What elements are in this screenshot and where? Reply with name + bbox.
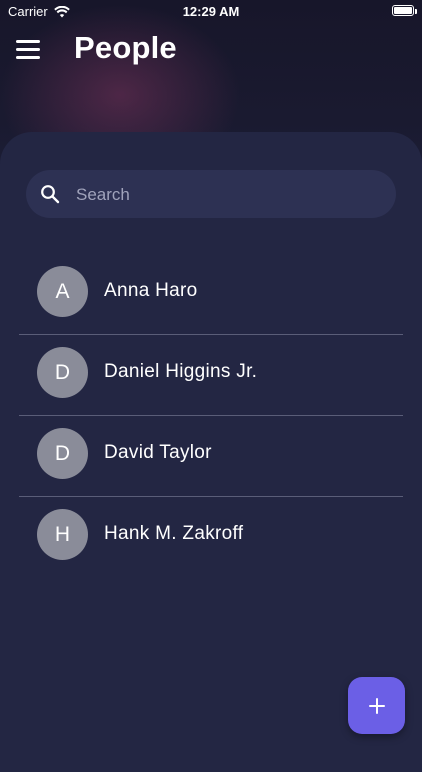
page-title: People: [74, 30, 177, 65]
list-item[interactable]: H Hank M. Zakroff: [0, 497, 422, 578]
search-bar[interactable]: [26, 170, 396, 220]
avatar: H: [37, 509, 88, 560]
app-header: People: [0, 28, 422, 76]
person-name: Daniel Higgins Jr.: [104, 361, 258, 382]
content-panel: A Anna Haro D Daniel Higgins Jr. D David…: [0, 132, 422, 772]
person-name: Anna Haro: [104, 280, 198, 301]
avatar: D: [37, 347, 88, 398]
avatar: A: [37, 266, 88, 317]
battery-tip: [415, 9, 417, 14]
list-item[interactable]: D David Taylor: [0, 416, 422, 497]
plus-icon: [368, 697, 385, 714]
person-name: Hank M. Zakroff: [104, 523, 244, 544]
people-list: A Anna Haro D Daniel Higgins Jr. D David…: [0, 254, 422, 578]
search-icon: [41, 185, 60, 204]
status-bar: Carrier 12:29 AM: [0, 0, 422, 22]
person-name: David Taylor: [104, 442, 212, 463]
avatar: D: [37, 428, 88, 479]
battery-icon: [392, 5, 414, 16]
status-time: 12:29 AM: [182, 4, 240, 19]
add-person-button[interactable]: [348, 677, 405, 734]
search-input[interactable]: [74, 170, 388, 220]
list-item[interactable]: D Daniel Higgins Jr.: [0, 335, 422, 416]
list-item[interactable]: A Anna Haro: [0, 254, 422, 335]
hamburger-menu-icon[interactable]: [16, 40, 42, 62]
